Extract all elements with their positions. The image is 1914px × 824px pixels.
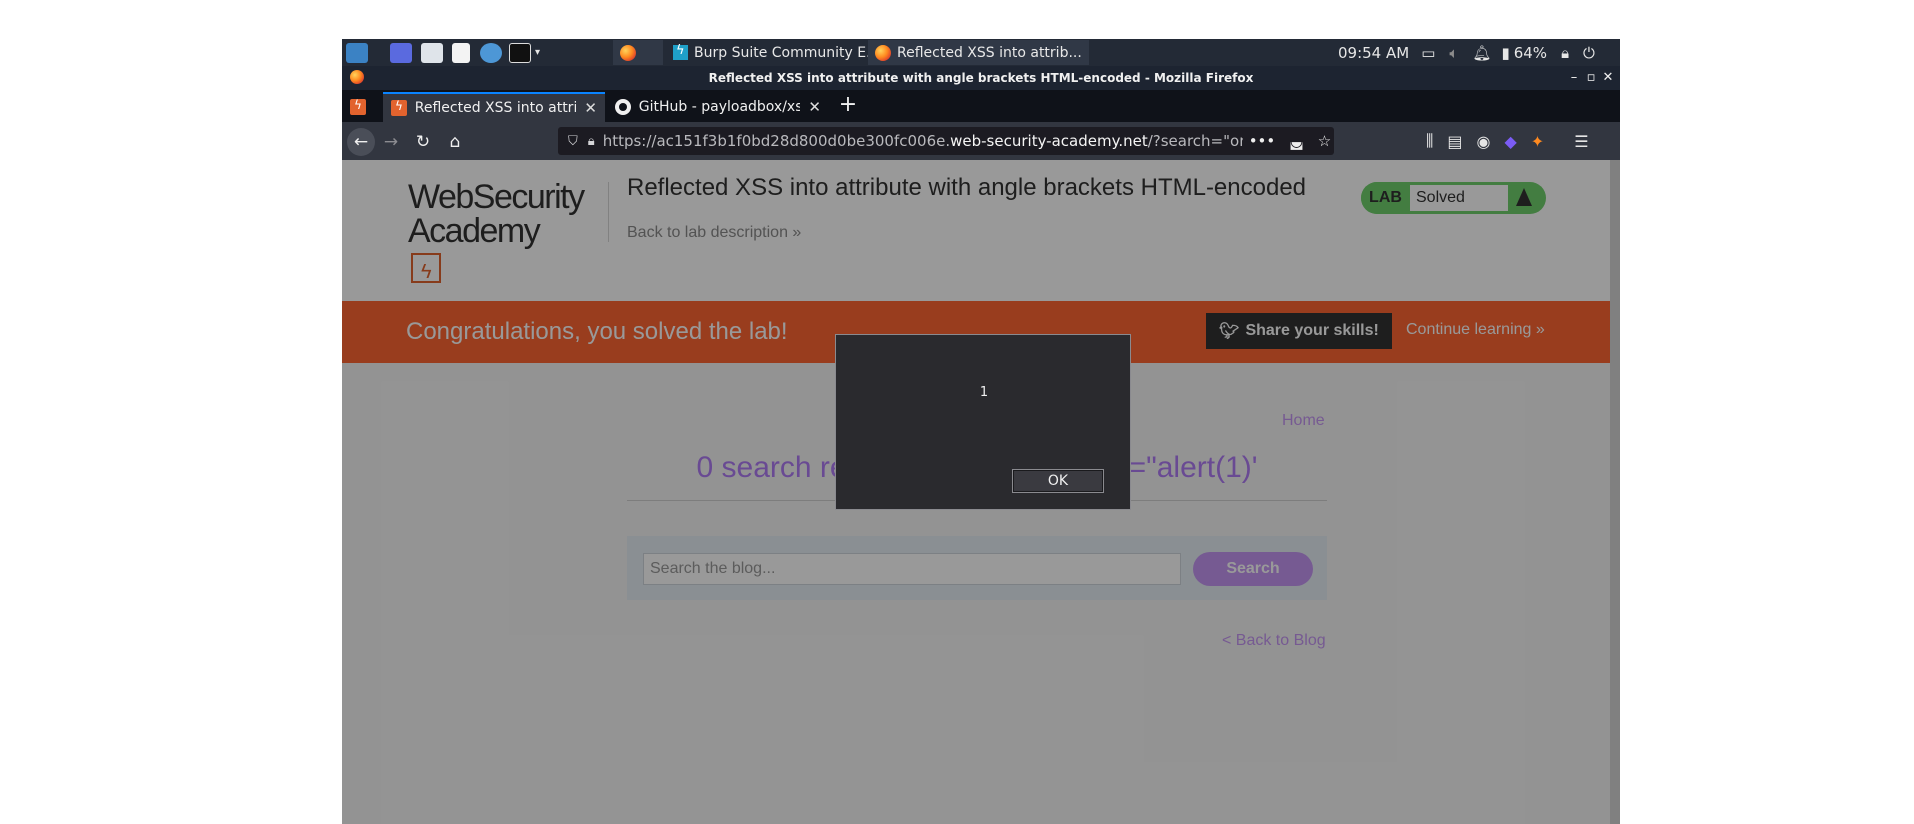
- taskbar-firefox-launcher[interactable]: [613, 40, 663, 65]
- new-tab-button[interactable]: +: [833, 90, 863, 122]
- firefox-icon: [875, 44, 891, 61]
- maximize-icon[interactable]: ▫: [1582, 66, 1600, 90]
- extension-icon[interactable]: ◆: [1504, 132, 1516, 151]
- firefox-icon: [620, 44, 636, 61]
- battery-level: 64%: [1513, 43, 1548, 62]
- tab-close-icon[interactable]: ✕: [584, 99, 597, 117]
- burp-icon: [673, 43, 688, 60]
- tab-github[interactable]: GitHub - payloadbox/xss ✕: [607, 92, 829, 122]
- foxyproxy-icon[interactable]: ✦: [1531, 132, 1544, 151]
- tracking-shield-icon[interactable]: ⛉: [568, 134, 578, 149]
- home-button[interactable]: ⌂: [441, 128, 469, 156]
- taskbar-task-label: Reflected XSS into attrib...: [897, 44, 1082, 61]
- alert-message: 1: [979, 385, 989, 400]
- menu-icon[interactable]: ☰: [1574, 132, 1588, 151]
- bookmark-star-icon[interactable]: ☆: [1318, 132, 1331, 150]
- taskbar-task-firefox[interactable]: Reflected XSS into attrib...: [868, 40, 1089, 65]
- lock-icon[interactable]: 🔒︎: [1561, 44, 1569, 62]
- system-tray: 09:54 AM ▭ 🔈︎ 🔔︎ ▮ 64% 🔒︎ ⏻: [1338, 39, 1595, 66]
- forward-button[interactable]: →: [377, 128, 405, 156]
- tab-strip: Reflected XSS into attrib ✕ GitHub - pay…: [342, 90, 1620, 122]
- pocket-icon[interactable]: ◛: [1289, 132, 1304, 150]
- address-bar[interactable]: ⛉ 🔒︎ https://ac151f3b1f0bd28d800d0be300f…: [558, 127, 1334, 155]
- volume-icon[interactable]: 🔈︎: [1449, 44, 1458, 62]
- kali-menu-icon[interactable]: [346, 41, 368, 64]
- pinned-tab[interactable]: [342, 92, 376, 122]
- chevron-down-icon[interactable]: ▾: [535, 47, 540, 58]
- web-security-academy-icon: [350, 98, 366, 115]
- toolbar-extensions: ⫼ ▤ ◉ ◆ ✦ ☰: [1426, 122, 1589, 160]
- display-icon[interactable]: ▭: [1421, 44, 1435, 62]
- url-text[interactable]: https://ac151f3b1f0bd28d800d0be300fc006e…: [603, 132, 1243, 150]
- notification-bell-icon[interactable]: 🔔︎: [1472, 44, 1491, 62]
- github-icon: [615, 99, 631, 115]
- terminal-icon[interactable]: ▾: [509, 41, 540, 64]
- url-suffix: /?search="onmou: [1147, 132, 1243, 150]
- tab-close-icon[interactable]: ✕: [808, 98, 821, 116]
- desktop-icon[interactable]: [390, 41, 412, 64]
- page-actions-icon[interactable]: •••: [1249, 132, 1276, 150]
- text-editor-icon[interactable]: [452, 41, 470, 64]
- power-icon[interactable]: ⏻: [1583, 44, 1595, 62]
- url-host: web-security-academy.net: [950, 132, 1148, 150]
- firefox-icon: [350, 70, 364, 84]
- system-taskbar: ▾ Burp Suite Community E... Reflected XS…: [342, 39, 1620, 66]
- tab-lab[interactable]: Reflected XSS into attrib ✕: [383, 92, 605, 122]
- file-manager-icon[interactable]: [421, 41, 443, 64]
- battery-icon[interactable]: ▮: [1501, 44, 1509, 62]
- desktop-screen: ▾ Burp Suite Community E... Reflected XS…: [342, 39, 1620, 824]
- alert-dialog: 1 OK: [835, 334, 1131, 510]
- window-title: Reflected XSS into attribute with angle …: [708, 71, 1254, 85]
- sidebar-icon[interactable]: ▤: [1447, 132, 1462, 151]
- window-titlebar: Reflected XSS into attribute with angle …: [342, 66, 1620, 90]
- taskbar-task-burp[interactable]: Burp Suite Community E...: [666, 40, 886, 65]
- web-security-academy-icon: [391, 99, 407, 116]
- account-icon[interactable]: ◉: [1477, 132, 1491, 151]
- padlock-icon[interactable]: 🔒︎: [588, 134, 595, 149]
- taskbar-task-label: Burp Suite Community E...: [694, 44, 880, 61]
- close-icon[interactable]: ✕: [1599, 66, 1617, 90]
- tab-label: Reflected XSS into attrib: [414, 100, 577, 116]
- url-prefix: https://ac151f3b1f0bd28d800d0be300fc006e…: [602, 132, 951, 150]
- library-icon[interactable]: ⫼: [1426, 131, 1433, 151]
- back-button[interactable]: ←: [347, 128, 375, 156]
- minimize-icon[interactable]: –: [1565, 66, 1583, 90]
- tab-label: GitHub - payloadbox/xss: [638, 99, 801, 115]
- browser-globe-icon[interactable]: [480, 41, 502, 64]
- clock[interactable]: 09:54 AM: [1338, 44, 1409, 62]
- reload-button[interactable]: ↻: [409, 128, 437, 156]
- alert-ok-button[interactable]: OK: [1012, 469, 1104, 493]
